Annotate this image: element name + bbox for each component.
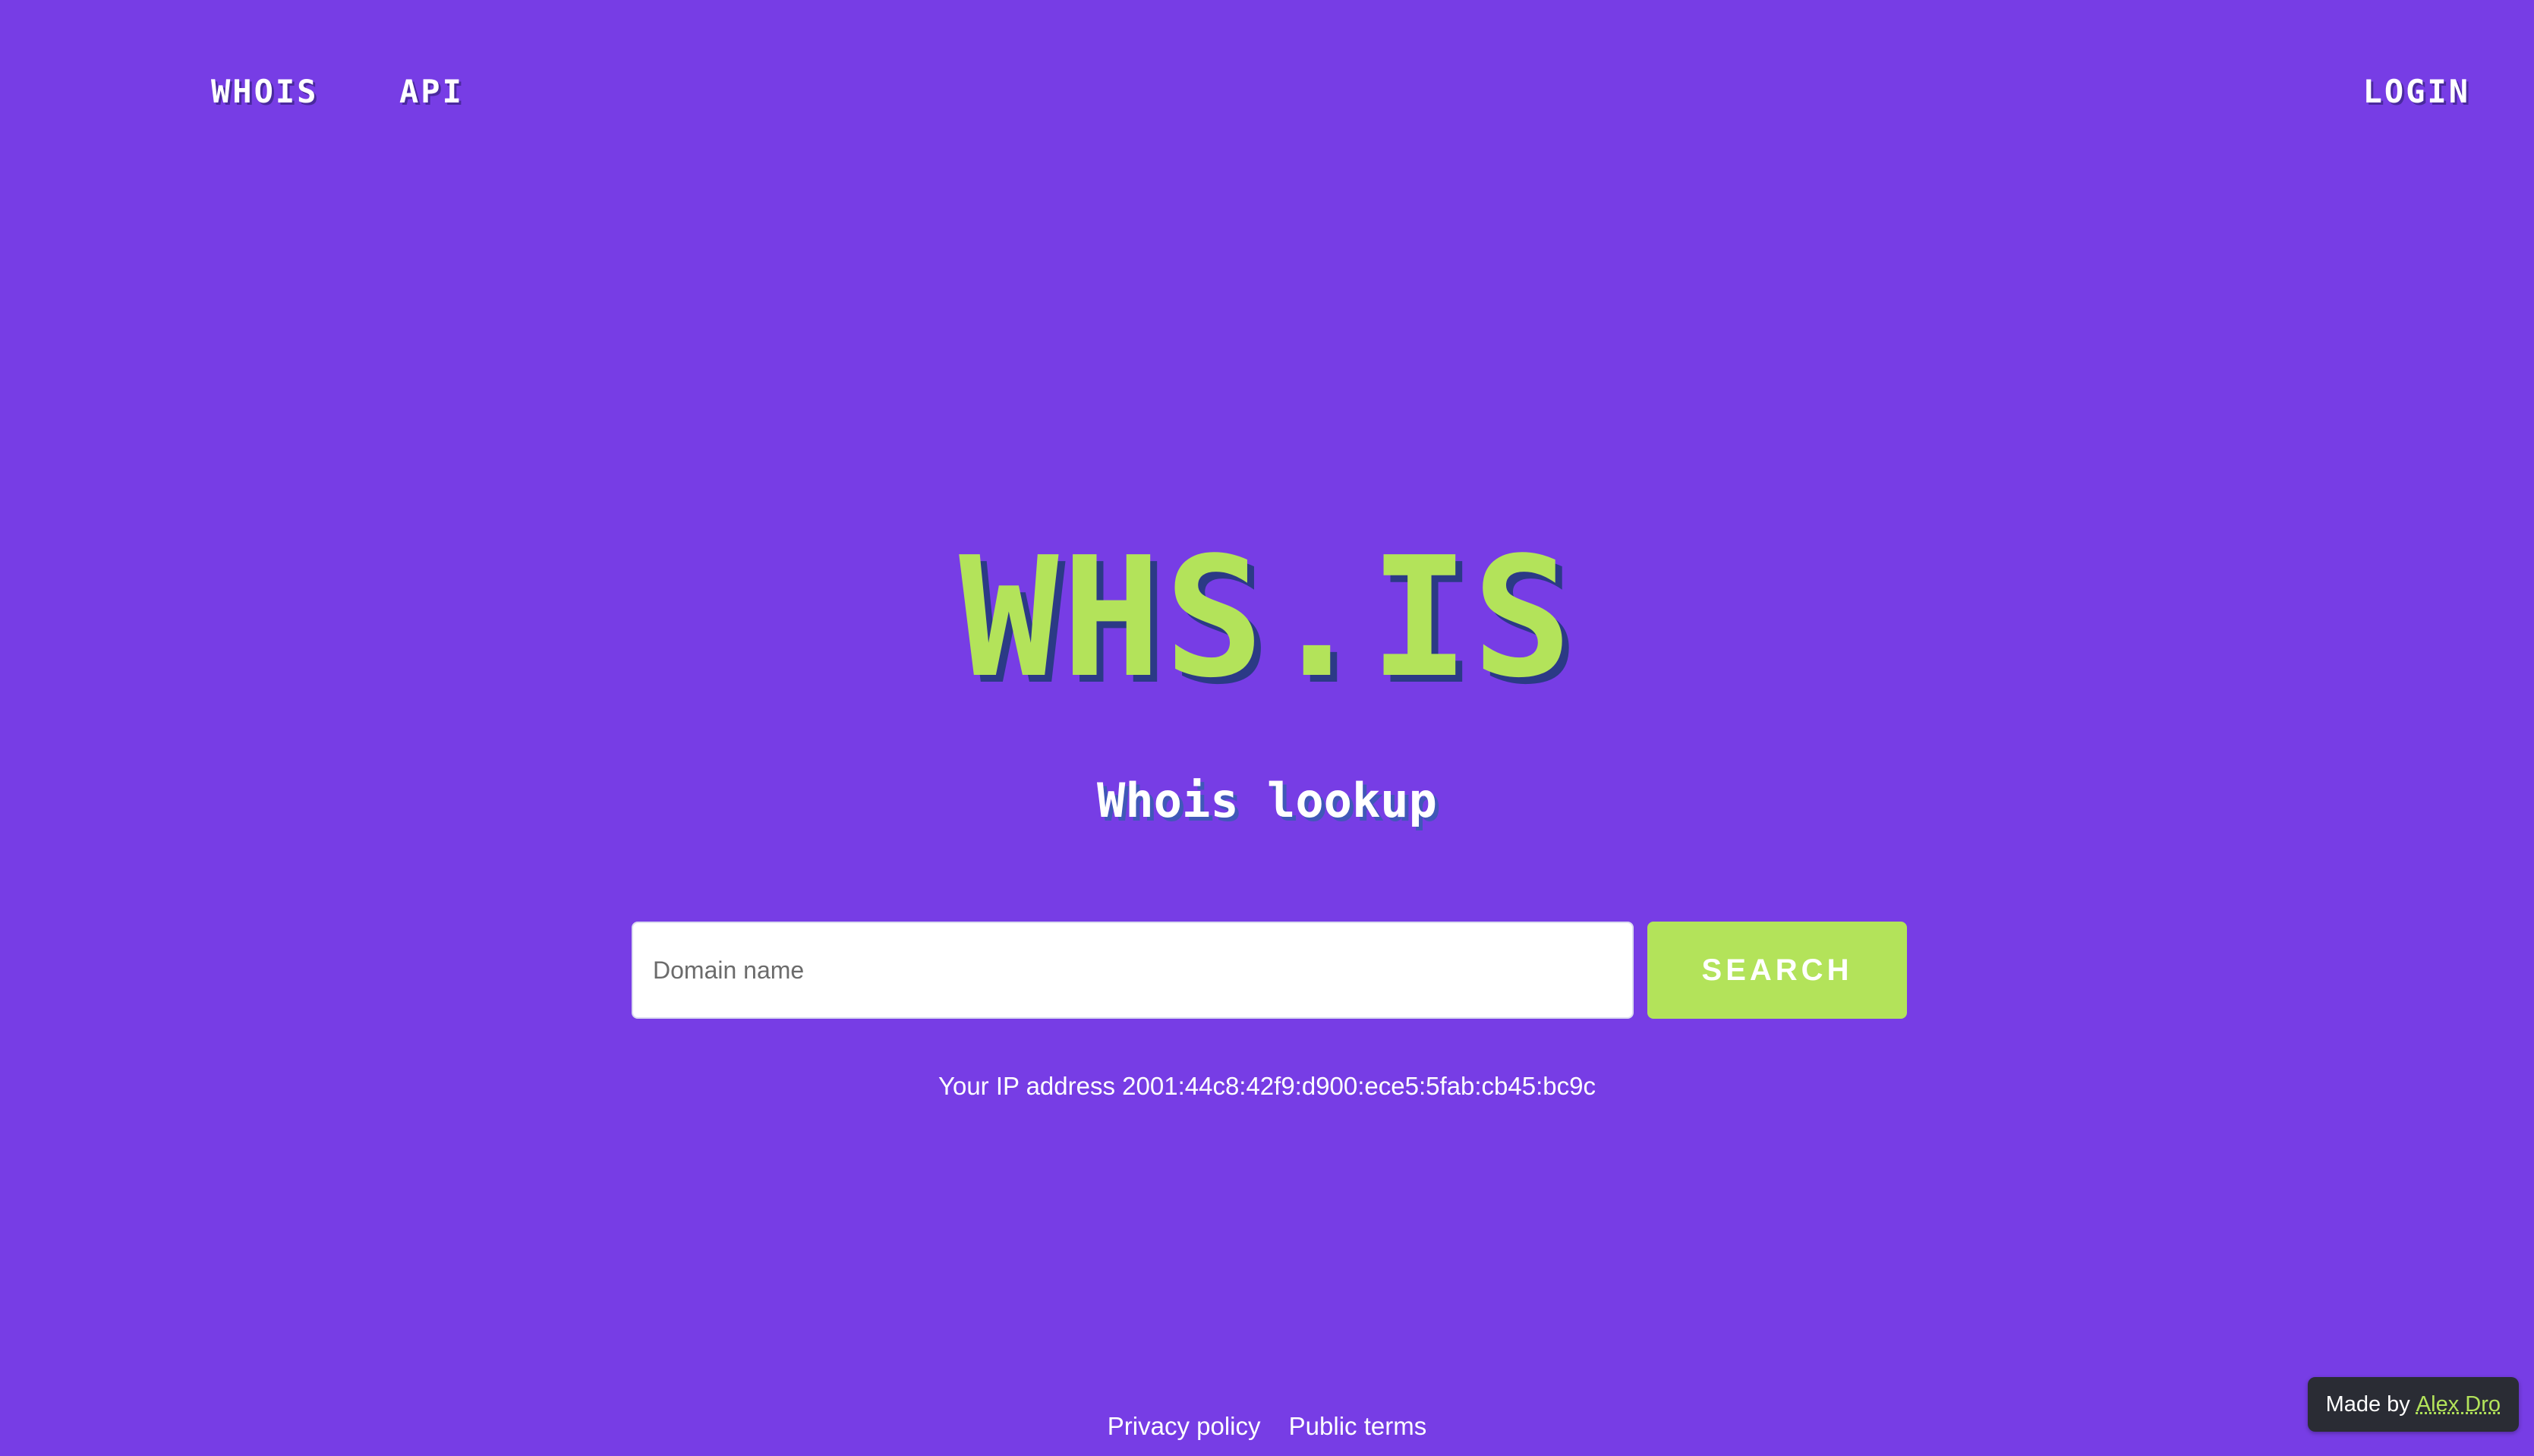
made-by-prefix: Made by (2325, 1391, 2410, 1417)
domain-search-input[interactable] (632, 922, 1634, 1019)
footer-links: Privacy policy Public terms (0, 1410, 2534, 1442)
public-terms-link[interactable]: Public terms (1289, 1412, 1427, 1440)
author-link[interactable]: Alex Dro (2416, 1392, 2501, 1417)
search-button[interactable]: SEARCH (1647, 922, 1907, 1019)
nav-whois-link[interactable]: WHOIS (211, 72, 318, 112)
site-logo: WHS.IS (959, 522, 1575, 714)
nav-login-link[interactable]: LOGIN (2363, 72, 2470, 112)
ip-address-text: Your IP address 2001:44c8:42f9:d900:ece5… (938, 1072, 1596, 1100)
page-subtitle: Whois lookup (1097, 773, 1437, 828)
nav-api-link[interactable]: API (399, 72, 464, 112)
privacy-policy-link[interactable]: Privacy policy (1108, 1412, 1261, 1440)
made-by-badge: Made by Alex Dro (2307, 1377, 2519, 1432)
